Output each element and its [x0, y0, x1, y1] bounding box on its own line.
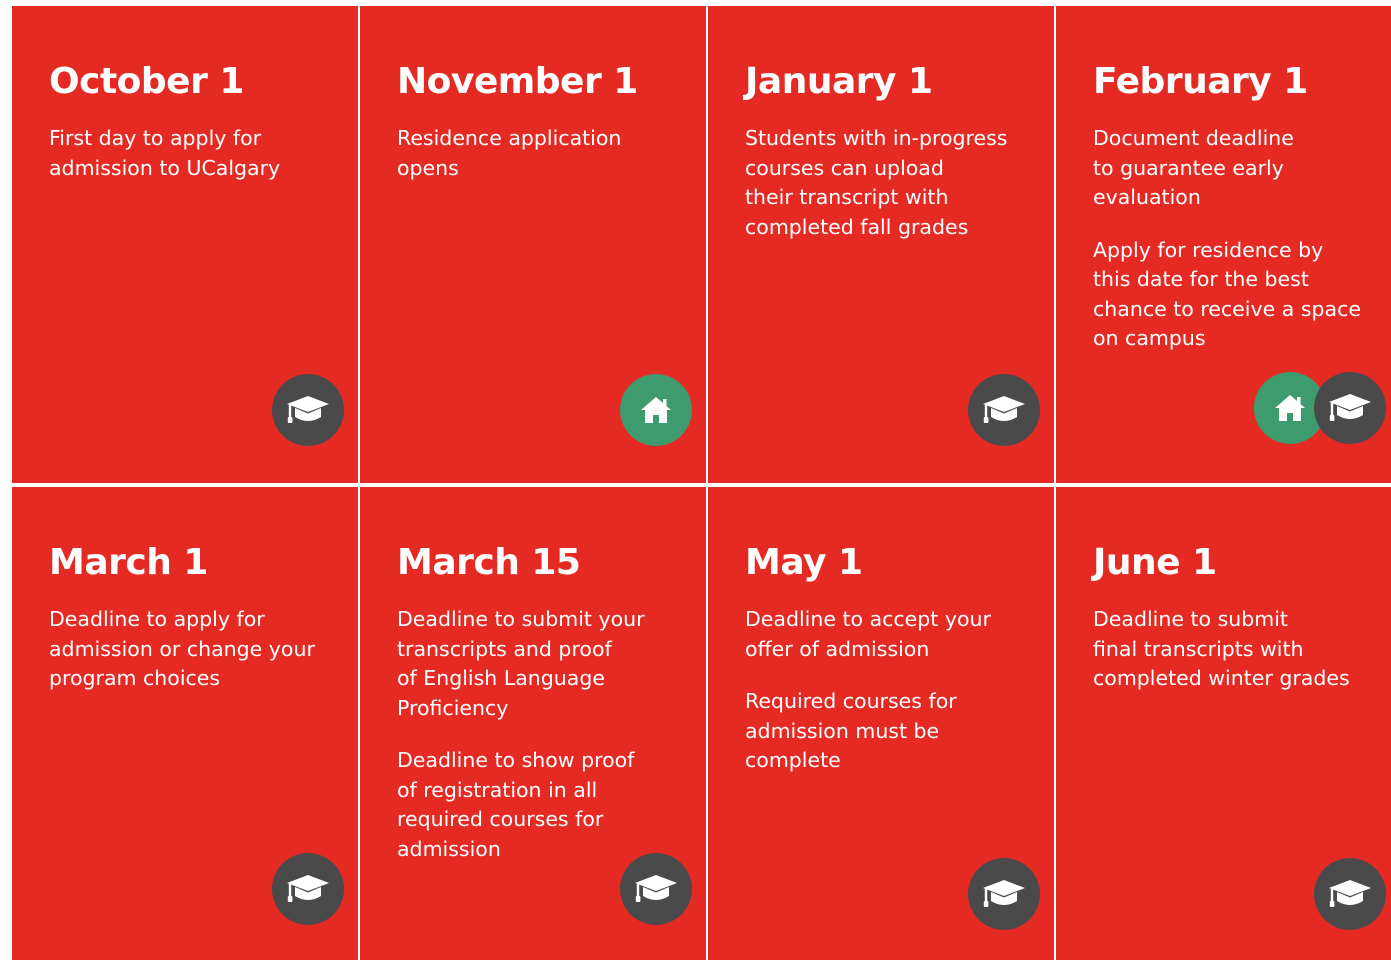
deadline-card: May 1 Deadline to accept your offer of ad… — [708, 487, 1054, 960]
deadline-description: First day to apply for admission to UCal… — [49, 126, 281, 180]
deadline-description: Required courses for admission must be c… — [745, 689, 957, 772]
deadline-date: October 1 — [49, 61, 244, 102]
deadline-date: November 1 — [397, 61, 638, 102]
graduation-cap-icon — [968, 858, 1040, 930]
deadline-description: Residence application opens — [397, 126, 622, 180]
deadline-description: Deadline to submit final transcripts wit… — [1093, 607, 1350, 690]
deadline-card: October 1 First day to apply for admissio… — [12, 6, 358, 483]
graduation-cap-icon — [1314, 858, 1386, 930]
deadline-description: Document deadline to guarantee early eva… — [1093, 126, 1294, 209]
home-icon — [620, 374, 692, 446]
graduation-cap-icon — [620, 853, 692, 925]
deadline-description: Deadline to apply for admission or chang… — [49, 607, 315, 690]
graduation-cap-icon — [272, 853, 344, 925]
deadline-date: March 1 — [49, 542, 208, 583]
deadline-date: May 1 — [745, 542, 863, 583]
deadline-description: Deadline to submit your transcripts and … — [397, 607, 645, 720]
deadline-date: June 1 — [1093, 542, 1217, 583]
deadline-date: February 1 — [1093, 61, 1308, 102]
graduation-cap-icon — [272, 374, 344, 446]
graduation-cap-icon — [1314, 372, 1386, 444]
deadline-card: June 1 Deadline to submit final transcrip… — [1056, 487, 1391, 960]
deadline-description: Deadline to accept your offer of admissi… — [745, 607, 991, 661]
deadline-card: November 1 Residence application opens — [360, 6, 706, 483]
deadline-description: Apply for residence by this date for the… — [1093, 237, 1361, 351]
deadline-description: Deadline to show proof of registration i… — [397, 748, 635, 861]
deadline-card: February 1 Document deadline to guarantee… — [1056, 6, 1391, 483]
deadline-date: March 15 — [397, 542, 581, 583]
deadline-date: January 1 — [745, 61, 933, 102]
deadline-grid: October 1 First day to apply for admissio… — [0, 0, 1391, 960]
deadline-card: January 1 Students with in-progress cours… — [708, 6, 1054, 483]
deadline-card: March 15 Deadline to submit your transcri… — [360, 487, 706, 960]
deadline-card: March 1 Deadline to apply for admission o… — [12, 487, 358, 960]
graduation-cap-icon — [968, 374, 1040, 446]
deadline-description: Students with in-progress courses can up… — [745, 126, 1008, 239]
